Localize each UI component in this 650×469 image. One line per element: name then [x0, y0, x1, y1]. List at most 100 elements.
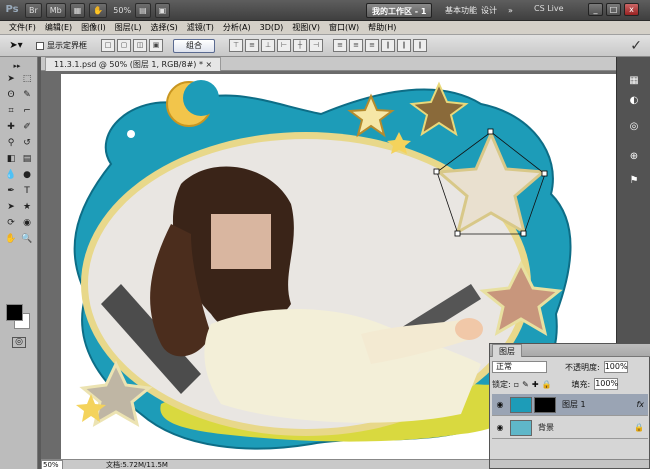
- distribute-right-icon[interactable]: ∥: [413, 39, 427, 52]
- screen-mode-icon[interactable]: ▣: [154, 2, 171, 18]
- eyedropper-tool-icon[interactable]: ⌐: [20, 104, 34, 118]
- zoom-level[interactable]: 50%: [113, 6, 131, 15]
- workspace-design-button[interactable]: 设计: [476, 3, 502, 18]
- paths-panel-icon[interactable]: ⚑: [626, 173, 642, 189]
- menu-3d[interactable]: 3D(D): [260, 23, 284, 32]
- show-bounding-box-checkbox[interactable]: [36, 41, 44, 50]
- visibility-eye-icon[interactable]: ◉: [494, 399, 506, 411]
- opacity-input[interactable]: 100%: [603, 361, 628, 373]
- shape-new-icon[interactable]: □: [101, 39, 115, 52]
- confirm-transform-icon[interactable]: ✓: [630, 38, 642, 54]
- layer-mask-thumbnail[interactable]: [534, 396, 556, 413]
- eraser-tool-icon[interactable]: ◧: [4, 152, 18, 166]
- crop-tool-icon[interactable]: ⌗: [4, 104, 18, 118]
- menu-help[interactable]: 帮助(H): [368, 22, 396, 33]
- pen-tool-icon[interactable]: ✒: [4, 184, 18, 198]
- foreground-color-swatch[interactable]: [6, 304, 23, 321]
- gradient-tool-icon[interactable]: ▤: [20, 152, 34, 166]
- menu-analysis[interactable]: 分析(A): [223, 22, 251, 33]
- dodge-tool-icon[interactable]: ●: [20, 168, 34, 182]
- menu-filter[interactable]: 滤镜(T): [187, 22, 214, 33]
- fill-label: 填充:: [571, 379, 591, 389]
- move-tool-preset-icon[interactable]: ➤▾: [6, 38, 26, 54]
- document-tabs: 11.3.1.psd @ 50% (图层 1, RGB/8#) * ×: [41, 57, 616, 71]
- move-tool-icon[interactable]: ➤: [4, 72, 18, 86]
- arrange-documents-icon[interactable]: ▤: [135, 2, 151, 18]
- custom-shape-tool-icon[interactable]: ★: [20, 200, 34, 214]
- collapse-icon[interactable]: ▸▸: [10, 59, 24, 73]
- align-bottom-icon[interactable]: ⊥: [261, 39, 275, 52]
- workspace-active-button[interactable]: 我的工作区 - 1: [366, 3, 433, 18]
- minimize-button[interactable]: _: [588, 3, 603, 16]
- close-button[interactable]: x: [624, 3, 639, 16]
- combine-button[interactable]: 组合: [173, 38, 215, 53]
- align-right-icon[interactable]: ⊣: [309, 39, 323, 52]
- blur-tool-icon[interactable]: 💧: [4, 168, 18, 182]
- distribute-center-icon[interactable]: ∥: [397, 39, 411, 52]
- lock-position-icon[interactable]: ✚: [532, 380, 539, 389]
- menu-window[interactable]: 窗口(W): [329, 22, 359, 33]
- document-tab[interactable]: 11.3.1.psd @ 50% (图层 1, RGB/8#) * ×: [45, 57, 222, 71]
- align-middle-icon[interactable]: ≡: [245, 39, 259, 52]
- options-bar: ➤▾ 显示定界框 □ ▢ ◫ ▣ 组合 ⊤ ≡ ⊥ ⊢ ┼ ⊣ ≡ ≡ ≡ ∥ …: [0, 35, 650, 57]
- adjustments-panel-icon[interactable]: ◐: [626, 93, 642, 109]
- shape-subtract-icon[interactable]: ◫: [133, 39, 147, 52]
- distribute-bottom-icon[interactable]: ≡: [365, 39, 379, 52]
- grid-icon[interactable]: ▦: [69, 2, 86, 18]
- distribute-left-icon[interactable]: ∥: [381, 39, 395, 52]
- visibility-eye-icon[interactable]: ◉: [494, 422, 506, 434]
- quick-mask-icon[interactable]: ◎: [12, 337, 26, 348]
- marquee-tool-icon[interactable]: ⬚: [20, 72, 34, 86]
- brush-tool-icon[interactable]: ✐: [20, 120, 34, 134]
- fx-icon[interactable]: fx: [636, 400, 644, 409]
- clone-stamp-tool-icon[interactable]: ⚲: [4, 136, 18, 150]
- menu-image[interactable]: 图像(I): [81, 22, 106, 33]
- distribute-middle-icon[interactable]: ≡: [349, 39, 363, 52]
- menu-view[interactable]: 视图(V): [292, 22, 320, 33]
- path-selection-tool-icon[interactable]: ➤: [4, 200, 18, 214]
- layer-name: 背景: [538, 423, 554, 432]
- lock-all-icon[interactable]: 🔒: [542, 380, 552, 389]
- layers-panel: 图层 正常 不透明度: 100% 锁定: ▫ ✎ ✚ 🔒 填充: 100% ◉ …: [489, 343, 650, 469]
- menu-layer[interactable]: 图层(L): [115, 22, 142, 33]
- 3d-orbit-tool-icon[interactable]: ◉: [20, 216, 34, 230]
- menu-file[interactable]: 文件(F): [9, 22, 36, 33]
- photoshop-logo: Ps: [5, 4, 19, 15]
- blend-mode-select[interactable]: 正常: [492, 361, 547, 373]
- shape-add-icon[interactable]: ▢: [117, 39, 131, 52]
- workspace-more-icon[interactable]: »: [503, 3, 518, 18]
- fill-input[interactable]: 100%: [594, 378, 619, 390]
- layer-row-background[interactable]: ◉ 背景 🔒: [492, 417, 648, 439]
- zoom-tool-icon[interactable]: 🔍: [20, 232, 34, 246]
- masks-panel-icon[interactable]: ◎: [626, 119, 642, 135]
- lock-pixels-icon[interactable]: ✎: [522, 380, 529, 389]
- hand-tool-icon-left[interactable]: ✋: [4, 232, 18, 246]
- color-panel-icon[interactable]: ▦: [626, 73, 642, 89]
- bridge-button[interactable]: Br: [25, 2, 42, 18]
- lock-transparent-icon[interactable]: ▫: [514, 380, 519, 389]
- show-bounding-box-option[interactable]: 显示定界框: [36, 40, 87, 51]
- cs-live-button[interactable]: CS Live: [534, 4, 564, 13]
- type-tool-icon[interactable]: T: [20, 184, 34, 198]
- restore-button[interactable]: □: [606, 3, 621, 16]
- align-center-icon[interactable]: ┼: [293, 39, 307, 52]
- shape-intersect-icon[interactable]: ▣: [149, 39, 163, 52]
- photo-face-pixelated: [211, 214, 271, 269]
- menu-select[interactable]: 选择(S): [150, 22, 177, 33]
- align-top-icon[interactable]: ⊤: [229, 39, 243, 52]
- layers-tab[interactable]: 图层: [492, 344, 522, 357]
- healing-brush-tool-icon[interactable]: ✚: [4, 120, 18, 134]
- hand-tool-icon[interactable]: ✋: [89, 2, 108, 18]
- menu-edit[interactable]: 编辑(E): [45, 22, 72, 33]
- distribute-top-icon[interactable]: ≡: [333, 39, 347, 52]
- 3d-rotate-tool-icon[interactable]: ⟳: [4, 216, 18, 230]
- align-left-icon[interactable]: ⊢: [277, 39, 291, 52]
- lasso-tool-icon[interactable]: ʘ: [4, 88, 18, 102]
- minibridge-button[interactable]: Mb: [45, 2, 66, 18]
- lock-label: 锁定:: [492, 379, 511, 389]
- layer-row-1[interactable]: ◉ 图层 1 fx: [492, 394, 648, 416]
- channels-panel-icon[interactable]: ⊕: [626, 149, 642, 165]
- history-brush-tool-icon[interactable]: ↺: [20, 136, 34, 150]
- quick-select-tool-icon[interactable]: ✎: [20, 88, 34, 102]
- status-zoom-field[interactable]: 50%: [41, 460, 63, 469]
